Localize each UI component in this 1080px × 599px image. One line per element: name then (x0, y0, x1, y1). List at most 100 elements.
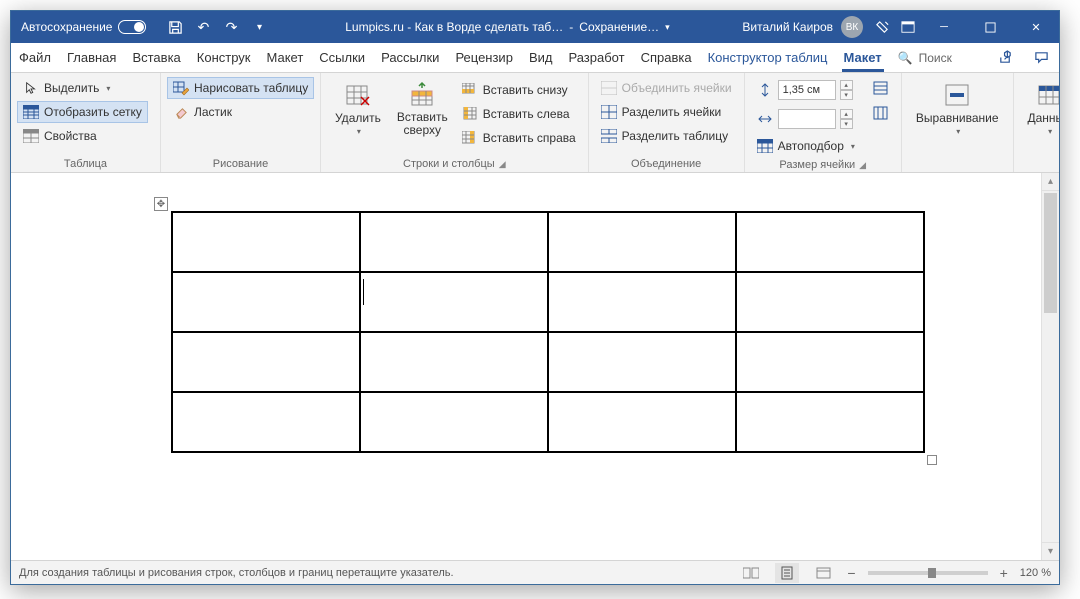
group-merge-label: Объединение (595, 156, 738, 170)
insert-above-icon (408, 81, 436, 109)
scroll-down-icon[interactable]: ▾ (1042, 542, 1059, 560)
alignment-icon (943, 81, 971, 109)
tab-design[interactable]: Конструк (189, 43, 259, 72)
search-box[interactable]: 🔍 Поиск (898, 43, 987, 72)
text-cursor (363, 279, 364, 305)
minimize-button[interactable]: ─ (921, 11, 967, 43)
tab-home[interactable]: Главная (59, 43, 124, 72)
group-cellsize-label: Размер ячейки◢ (751, 157, 895, 171)
draw-table-icon (173, 80, 189, 96)
web-layout-button[interactable] (811, 563, 835, 583)
autosave-toggle[interactable] (118, 20, 146, 34)
insert-right-button[interactable]: Вставить справа (456, 127, 582, 149)
group-merge: Объединить ячейки Разделить ячейки Разде… (589, 73, 745, 172)
chevron-down-icon: ▾ (106, 84, 110, 93)
document-page[interactable]: ✥ (11, 173, 1041, 560)
zoom-in-button[interactable]: + (1000, 565, 1008, 581)
insert-right-icon (462, 130, 478, 146)
dialog-launcher-icon[interactable]: ◢ (859, 160, 866, 171)
split-cells-icon (601, 104, 617, 120)
ribbon-options-icon[interactable] (895, 14, 921, 40)
scroll-up-icon[interactable]: ▴ (1042, 173, 1059, 191)
width-spinner[interactable]: ▴▾ (840, 109, 853, 129)
select-button[interactable]: Выделить ▾ (17, 77, 148, 99)
distribute-rows-button[interactable] (867, 77, 895, 99)
undo-icon[interactable]: ↶ (190, 14, 216, 40)
chevron-down-icon: ▾ (851, 142, 855, 151)
properties-icon (23, 128, 39, 144)
pen-icon[interactable] (869, 14, 895, 40)
document-table[interactable] (171, 211, 925, 453)
zoom-level[interactable]: 120 % (1020, 567, 1051, 579)
table-row (172, 392, 924, 452)
share-button[interactable] (987, 43, 1023, 72)
tab-help[interactable]: Справка (633, 43, 700, 72)
eraser-icon (173, 104, 189, 120)
autosave-label: Автосохранение (21, 20, 112, 34)
group-data: Данные ▾ (1014, 73, 1061, 172)
maximize-button[interactable] (967, 11, 1013, 43)
vertical-scrollbar[interactable]: ▴ ▾ (1041, 173, 1059, 560)
tab-mailings[interactable]: Рассылки (373, 43, 447, 72)
row-height-control[interactable]: 1,35 см ▴▾ (751, 77, 861, 103)
table-resize-handle[interactable] (927, 455, 937, 465)
group-rows-cols: Удалить ▾ Вставить сверху Вставить снизу (321, 73, 589, 172)
user-name: Виталий Каиров (742, 20, 833, 34)
tab-developer[interactable]: Разработ (560, 43, 632, 72)
insert-below-button[interactable]: Вставить снизу (456, 79, 582, 101)
zoom-out-button[interactable]: − (847, 565, 855, 581)
save-icon[interactable] (162, 14, 188, 40)
height-spinner[interactable]: ▴▾ (840, 80, 853, 100)
insert-above-button[interactable]: Вставить сверху (389, 77, 456, 156)
col-width-input[interactable] (778, 109, 836, 129)
autofit-button[interactable]: Автоподбор ▾ (751, 135, 861, 157)
comments-button[interactable] (1023, 43, 1059, 72)
document-area: ✥ ▴ ▾ (11, 173, 1059, 560)
insert-left-button[interactable]: Вставить слева (456, 103, 582, 125)
qat-more-icon[interactable]: ▾ (246, 14, 272, 40)
tab-table-layout[interactable]: Макет (836, 43, 890, 72)
scroll-thumb[interactable] (1044, 193, 1057, 313)
split-table-button[interactable]: Разделить таблицу (595, 125, 738, 147)
chevron-down-icon: ▾ (1048, 127, 1052, 136)
zoom-slider[interactable] (868, 571, 988, 575)
cursor-icon (23, 80, 39, 96)
document-title: Lumpics.ru - Как в Ворде сделать таб… - … (278, 20, 736, 34)
view-gridlines-button[interactable]: Отобразить сетку (17, 101, 148, 123)
tab-insert[interactable]: Вставка (124, 43, 188, 72)
tab-table-design[interactable]: Конструктор таблиц (700, 43, 836, 72)
split-cells-button[interactable]: Разделить ячейки (595, 101, 738, 123)
tab-file[interactable]: Файл (11, 43, 59, 72)
read-mode-button[interactable] (739, 563, 763, 583)
draw-table-button[interactable]: Нарисовать таблицу (167, 77, 314, 99)
close-button[interactable]: ✕ (1013, 11, 1059, 43)
distribute-rows-icon (873, 80, 889, 96)
delete-button[interactable]: Удалить ▾ (327, 77, 389, 156)
window-controls: ─ ✕ (921, 11, 1059, 43)
group-draw-label: Рисование (167, 156, 314, 170)
tab-review[interactable]: Рецензир (447, 43, 521, 72)
alignment-button[interactable]: Выравнивание ▾ (908, 77, 1007, 156)
row-height-icon (757, 82, 773, 98)
group-draw: Нарисовать таблицу Ластик Рисование (161, 73, 321, 172)
tab-references[interactable]: Ссылки (311, 43, 373, 72)
print-layout-button[interactable] (775, 563, 799, 583)
tab-view[interactable]: Вид (521, 43, 561, 72)
ribbon: Выделить ▾ Отобразить сетку Свойства (11, 73, 1059, 173)
dialog-launcher-icon[interactable]: ◢ (499, 159, 506, 170)
eraser-button[interactable]: Ластик (167, 101, 314, 123)
status-bar: Для создания таблицы и рисования строк, … (11, 560, 1059, 584)
group-cell-size: 1,35 см ▴▾ ▴▾ Автоподбор (745, 73, 902, 172)
group-alignment: Выравнивание ▾ (902, 73, 1014, 172)
table-move-handle[interactable]: ✥ (154, 197, 168, 211)
redo-icon[interactable]: ↷ (218, 14, 244, 40)
distribute-cols-button[interactable] (867, 102, 895, 124)
row-height-input[interactable]: 1,35 см (778, 80, 836, 100)
chevron-down-icon: ▾ (357, 127, 361, 136)
user-area[interactable]: Виталий Каиров ВК (736, 16, 869, 38)
tab-layout[interactable]: Макет (259, 43, 312, 72)
col-width-control[interactable]: ▴▾ (751, 106, 861, 132)
chevron-down-icon: ▾ (956, 127, 960, 136)
data-button[interactable]: Данные ▾ (1020, 77, 1061, 156)
properties-button[interactable]: Свойства (17, 125, 148, 147)
